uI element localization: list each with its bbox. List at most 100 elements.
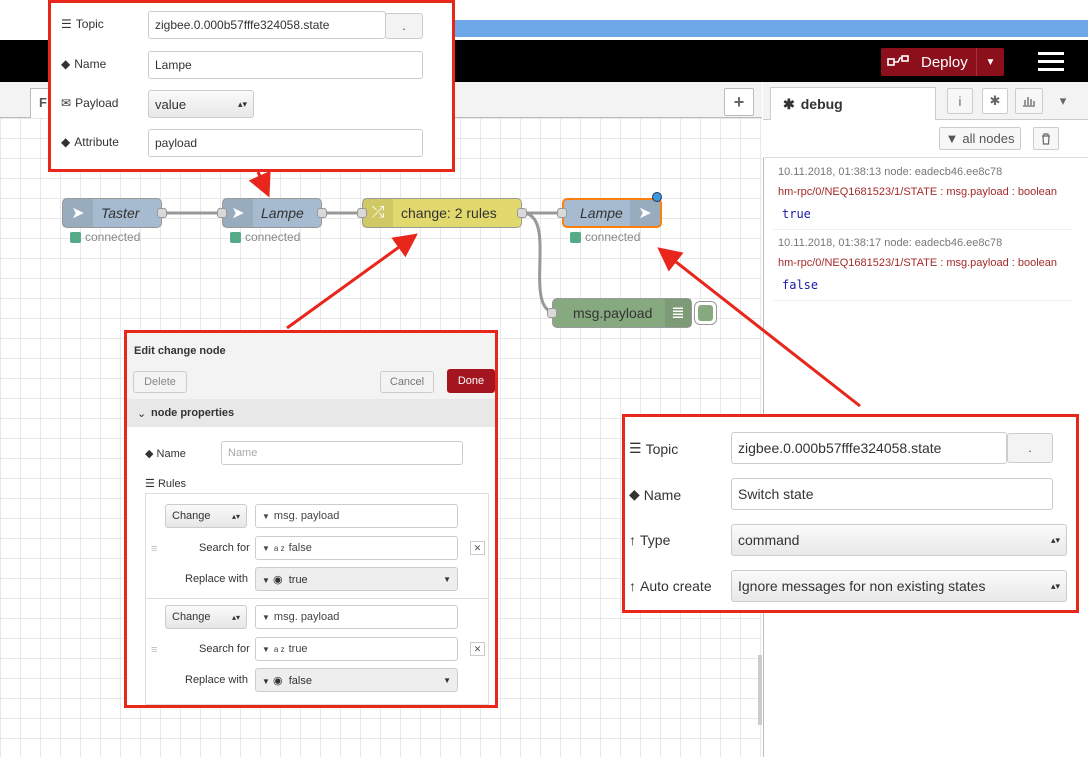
tag-icon: ◆ (61, 57, 71, 71)
input-port[interactable] (357, 208, 367, 218)
name-input[interactable]: Lampe (148, 51, 423, 79)
autocreate-select[interactable]: Ignore messages for non existing states ▴… (731, 570, 1067, 602)
section-label: node properties (151, 407, 235, 419)
debug-message-value: true (782, 207, 811, 221)
node-taster[interactable]: ➤ Taster (62, 198, 162, 228)
name-label: ◆ Name (145, 448, 186, 460)
canvas-scrollbar[interactable] (758, 655, 762, 725)
boolean-type-icon: ◉ (272, 573, 283, 586)
search-label: Search for (199, 643, 250, 655)
caret-down-icon: ▼ (262, 644, 270, 654)
name-row: ◆ Name (61, 57, 107, 71)
rule-target-input[interactable]: ▼ msg. payload (255, 605, 458, 629)
drag-handle-icon[interactable]: ≡ (151, 644, 157, 656)
status-text: connected (245, 230, 301, 244)
status-text: connected (585, 230, 641, 244)
remove-rule-icon[interactable]: ✕ (470, 541, 485, 555)
caret-down-icon: ▼ (262, 676, 270, 686)
deploy-label: Deploy (921, 53, 968, 71)
menu-icon[interactable] (1038, 52, 1064, 72)
status-dot-icon (70, 231, 81, 243)
drag-handle-icon[interactable]: ≡ (151, 543, 157, 555)
arrow-up-icon: ↑ (629, 578, 636, 594)
debug-message-path: hm-rpc/0/NEQ1681523/1/STATE : msg.payloa… (778, 186, 1058, 198)
dashboard-icon[interactable] (1015, 88, 1043, 114)
output-port[interactable] (517, 208, 527, 218)
output-port[interactable] (157, 208, 167, 218)
delete-button[interactable]: Delete (133, 371, 187, 393)
node-label: msg.payload (573, 305, 653, 321)
envelope-icon: ✉ (61, 96, 72, 110)
node-lampe-in[interactable]: ➤ Lampe (222, 198, 322, 228)
node-debug[interactable]: msg.payload ≣ (552, 298, 692, 328)
topic-browse-button[interactable]: . (385, 13, 423, 39)
annotation-change-dialog: Edit change node Delete Cancel Done ⌄ no… (124, 330, 498, 708)
node-label: Lampe (580, 205, 623, 221)
caret-down-icon: ▼ (262, 575, 270, 585)
dialog-title: Edit change node (134, 345, 226, 357)
name-input[interactable]: Switch state (731, 478, 1053, 510)
bug-tab-icon[interactable]: ✱ (982, 88, 1008, 114)
caret-down-icon: ▼ (262, 543, 270, 553)
debug-message[interactable]: 10.11.2018, 01:38:17 node: eadecb46.ee8c… (773, 231, 1073, 301)
type-select[interactable]: command ▴▾ (731, 524, 1067, 556)
debug-message-meta: 10.11.2018, 01:38:13 node: eadecb46.ee8c… (778, 166, 1003, 178)
rule-action-select[interactable]: Change ▴▾ (165, 605, 247, 629)
filter-nodes-button[interactable]: ▼ all nodes (939, 127, 1021, 150)
inject-arrow-icon: ➤ (63, 199, 93, 227)
clear-messages-button[interactable] (1033, 127, 1059, 150)
annotation-lampe-out-form: ☰ Topic zigbee.0.000b57fffe324058.state .… (622, 414, 1079, 613)
rule-replace-select[interactable]: ▼ ◉ true ▼ (255, 567, 458, 591)
topic-row: ☰ Topic (61, 17, 104, 31)
rule-target-input[interactable]: ▼ msg. payload (255, 504, 458, 528)
tag-icon: ◆ (61, 135, 71, 149)
tab-debug[interactable]: ✱ debug (770, 87, 936, 120)
string-type-icon: a z (273, 644, 285, 654)
input-port[interactable] (547, 308, 557, 318)
topic-input[interactable]: zigbee.0.000b57fffe324058.state (731, 432, 1007, 464)
payload-row: ✉ Payload (61, 96, 119, 110)
output-port[interactable] (317, 208, 327, 218)
input-port[interactable] (557, 208, 567, 218)
name-row: ◆ Name (629, 486, 682, 503)
topic-input[interactable]: zigbee.0.000b57fffe324058.state (148, 11, 386, 39)
list-icon: ≣ (665, 299, 691, 327)
trash-icon (1042, 132, 1050, 145)
filter-icon: ▼ (945, 131, 959, 146)
node-label: change: 2 rules (401, 205, 497, 221)
debug-message-path: hm-rpc/0/NEQ1681523/1/STATE : msg.payloa… (778, 257, 1058, 269)
string-type-icon: a z (273, 543, 285, 553)
rule-search-input[interactable]: ▼ a z false (255, 536, 458, 560)
rule-divider (145, 598, 489, 599)
browser-tab-strip (455, 20, 1088, 37)
rule-search-input[interactable]: ▼ a z true (255, 637, 458, 661)
rule-action-select[interactable]: Change ▴▾ (165, 504, 247, 528)
node-lampe-out[interactable]: ➤ Lampe (562, 198, 662, 228)
info-icon[interactable]: i (947, 88, 973, 114)
node-status: connected (570, 230, 640, 244)
chevron-down-icon[interactable]: ▼ (976, 48, 1004, 76)
add-tab-button[interactable]: + (724, 88, 754, 116)
arrow-up-icon: ↑ (629, 532, 636, 548)
done-button[interactable]: Done (447, 369, 495, 393)
debug-toggle[interactable] (694, 301, 717, 325)
section-header[interactable]: ⌄ node properties (127, 399, 495, 427)
node-change[interactable]: ⤮ change: 2 rules (362, 198, 522, 228)
autocreate-row: ↑ Auto create (629, 578, 712, 594)
cancel-button[interactable]: Cancel (380, 371, 434, 393)
deploy-button[interactable]: Deploy ▼ (881, 48, 1004, 76)
node-label: Lampe (261, 205, 304, 221)
chevron-down-icon[interactable]: ▾ (1050, 88, 1076, 114)
remove-rule-icon[interactable]: ✕ (470, 642, 485, 656)
payload-select[interactable]: value ▴▾ (148, 90, 254, 118)
attribute-row: ◆ Attribute (61, 135, 119, 149)
debug-message[interactable]: 10.11.2018, 01:38:13 node: eadecb46.ee8c… (773, 160, 1073, 230)
rule-replace-select[interactable]: ▼ ◉ false ▼ (255, 668, 458, 692)
topic-browse-button[interactable]: . (1007, 433, 1053, 463)
in-arrow-icon: ➤ (223, 199, 253, 227)
attribute-input[interactable]: payload (148, 129, 423, 157)
name-input[interactable]: Name (221, 441, 463, 465)
filter-label: all nodes (962, 131, 1015, 146)
input-port[interactable] (217, 208, 227, 218)
out-arrow-icon: ➤ (630, 200, 660, 226)
